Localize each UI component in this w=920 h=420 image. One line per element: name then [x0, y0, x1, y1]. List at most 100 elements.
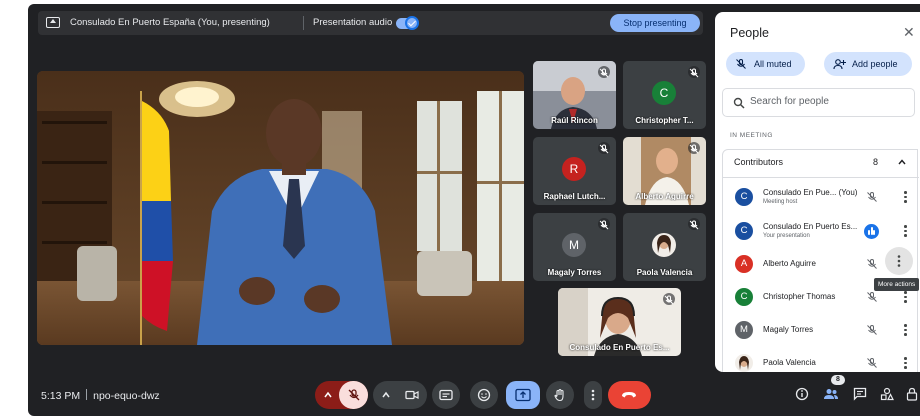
divider — [86, 389, 88, 400]
avatar: M — [562, 233, 586, 257]
camera-toggle-button[interactable] — [397, 381, 427, 409]
participant-name: Consulado En Puerto Es... — [763, 222, 858, 231]
mic-off-icon — [598, 218, 610, 230]
participant-row[interactable]: Paola Valencia — [723, 348, 919, 372]
participant-name: Consulado En Pue... (You) — [763, 188, 858, 197]
chevron-up-icon[interactable] — [897, 157, 907, 167]
mic-off-icon — [867, 325, 877, 335]
all-muted-label: All muted — [754, 59, 792, 69]
participant-name: Paola Valencia — [636, 268, 693, 277]
participant-name: Raphael Lutch... — [543, 192, 606, 201]
participant-count-badge: 8 — [831, 375, 845, 385]
hand-icon — [554, 388, 564, 402]
reactions-button[interactable] — [470, 381, 498, 409]
participant-tile[interactable]: R Raphael Lutch... — [533, 137, 616, 205]
leave-call-button[interactable] — [608, 381, 651, 409]
more-vert-icon — [591, 389, 595, 401]
mic-off-icon — [867, 259, 877, 269]
captions-button[interactable] — [432, 381, 460, 409]
info-icon[interactable] — [795, 387, 809, 401]
mic-off-icon — [663, 293, 675, 305]
avatar: C — [735, 188, 753, 206]
participant-tile[interactable]: Paola Valencia — [623, 213, 706, 281]
people-icon[interactable] — [823, 387, 839, 401]
group-count: 8 — [873, 157, 879, 167]
present-screen-icon — [515, 388, 531, 402]
mic-off-icon — [688, 218, 700, 230]
mic-off-icon — [688, 142, 700, 154]
add-person-icon — [833, 59, 846, 70]
participant-name: Raúl Rincon — [551, 116, 598, 125]
more-vert-icon — [897, 255, 901, 267]
mic-off-icon — [688, 66, 700, 78]
participant-role: Your presentation — [763, 233, 810, 239]
participant-tile[interactable]: Alberto Aguirre — [623, 137, 706, 205]
mic-toggle-button[interactable] — [339, 381, 368, 409]
search-icon — [733, 97, 745, 109]
search-input[interactable] — [750, 96, 900, 107]
divider — [723, 177, 919, 178]
more-actions-tooltip: More actions — [874, 278, 920, 291]
mic-off-icon — [598, 66, 610, 78]
avatar: C — [735, 288, 753, 306]
avatar — [652, 233, 676, 257]
more-actions-icon[interactable] — [900, 357, 910, 369]
meeting-code: npo-equo-dwz — [93, 390, 160, 402]
screen: Consulado En Puerto España (You, present… — [0, 0, 920, 420]
meeting-info: 5:13 PM npo-equo-dwz — [41, 389, 160, 402]
group-label: Contributors — [734, 157, 784, 167]
chevron-up-icon — [382, 391, 390, 398]
presentation-audio-toggle[interactable] — [396, 16, 419, 30]
participant-row[interactable]: M Magaly Torres — [723, 315, 919, 348]
mic-off-icon — [867, 358, 877, 368]
participant-name: Magaly Torres — [763, 325, 814, 334]
presenting-title: Consulado En Puerto España (You, present… — [70, 17, 270, 28]
audio-options-button[interactable] — [315, 381, 339, 409]
more-actions-icon[interactable] — [900, 291, 910, 303]
video-options-button[interactable] — [373, 381, 397, 409]
camera-control-group — [373, 381, 427, 409]
participant-tile[interactable]: Raúl Rincon — [533, 61, 616, 129]
captions-icon — [439, 389, 453, 401]
audio-level-icon — [864, 224, 879, 239]
mic-off-icon — [736, 58, 746, 69]
avatar-photo — [739, 356, 749, 370]
close-icon[interactable]: ✕ — [903, 25, 915, 39]
more-actions-button-hovered[interactable] — [885, 247, 913, 275]
mic-control-group — [315, 381, 368, 409]
mic-off-icon — [598, 142, 610, 154]
chat-icon[interactable] — [853, 387, 867, 401]
stop-presenting-button[interactable]: Stop presenting — [610, 14, 700, 32]
participant-name: Consulado En Puerto Es... — [569, 343, 670, 352]
presentation-video[interactable] — [37, 71, 524, 345]
all-muted-button[interactable]: All muted — [726, 52, 805, 76]
presenting-bar: Consulado En Puerto España (You, present… — [38, 11, 703, 35]
participant-tile[interactable]: M Magaly Torres — [533, 213, 616, 281]
avatar: C — [652, 81, 676, 105]
participant-tile[interactable]: C Christopher T... — [623, 61, 706, 129]
activities-icon[interactable] — [880, 387, 894, 401]
search-box — [722, 88, 915, 117]
participant-name: Alberto Aguirre — [635, 192, 694, 201]
avatar: C — [735, 222, 753, 240]
speaker-video-image — [37, 71, 524, 345]
camera-icon — [405, 390, 419, 400]
raise-hand-button[interactable] — [546, 381, 574, 409]
participant-row[interactable]: C Consulado En Pue... (You) Meeting host — [723, 182, 919, 215]
lock-icon[interactable] — [906, 387, 918, 401]
present-button[interactable] — [506, 381, 540, 409]
more-actions-icon[interactable] — [900, 191, 910, 203]
avatar: M — [735, 321, 753, 339]
more-options-button[interactable] — [584, 381, 602, 409]
participant-row[interactable]: C Consulado En Puerto Es... Your present… — [723, 216, 919, 249]
add-people-button[interactable]: Add people — [824, 52, 912, 76]
more-actions-icon[interactable] — [900, 225, 910, 237]
mic-off-icon — [867, 292, 877, 302]
self-view-tile[interactable]: Consulado En Puerto Es... — [558, 288, 681, 356]
more-actions-icon[interactable] — [900, 324, 910, 336]
mic-off-icon — [867, 192, 877, 202]
section-label: IN MEETING — [730, 132, 773, 139]
participant-role: Meeting host — [763, 199, 798, 205]
participant-name: Alberto Aguirre — [763, 259, 816, 268]
presentation-audio-label: Presentation audio — [313, 17, 393, 28]
